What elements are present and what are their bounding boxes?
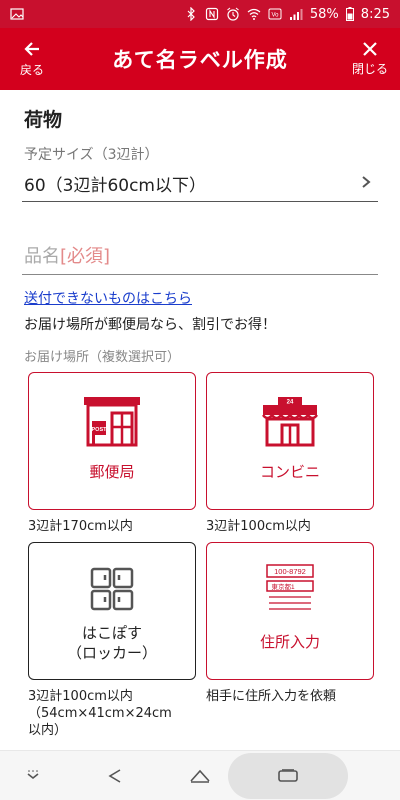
option-label: コンビニ	[259, 463, 320, 481]
nfc-icon	[205, 7, 218, 21]
locker-icon	[90, 567, 134, 611]
option-label: はこぽす （ロッカー）	[29, 623, 195, 663]
cannot-send-link[interactable]: 送付できないものはこちら	[24, 288, 192, 308]
required-marker: [必須]	[60, 246, 111, 267]
option-label-line: はこぽす	[81, 624, 142, 642]
close-icon	[363, 42, 377, 56]
post-office-icon: POST	[84, 397, 140, 447]
image-icon	[10, 8, 24, 20]
address-line-text: 東京都1	[271, 582, 295, 591]
keyboard-hide-button[interactable]	[18, 751, 48, 800]
option-address-input[interactable]: 100-8792 東京都1 住所入力	[206, 542, 374, 680]
option-label-line: （ロッカー）	[66, 644, 157, 662]
close-label: 閉じる	[351, 62, 388, 76]
bluetooth-icon	[187, 7, 195, 21]
svg-text:POST: POST	[92, 427, 108, 433]
option-label: 郵便局	[89, 463, 135, 481]
option-note: 3辺計100cm以内	[206, 519, 311, 534]
svg-text:Vo: Vo	[271, 13, 279, 19]
volte-icon: Vo	[268, 8, 282, 20]
home-icon	[190, 769, 210, 783]
destination-label: お届け場所（複数選択可）	[24, 350, 181, 365]
option-convenience-store[interactable]: 24 コンビニ	[206, 372, 374, 510]
form-content: 荷物 予定サイズ（3辺計） 60（3辺計60cm以下） 品名[必須] 送付できな…	[0, 90, 400, 750]
address-label-icon: 100-8792 東京都1	[266, 564, 314, 610]
option-note: 3辺計170cm以内	[28, 519, 133, 534]
size-select[interactable]: 60（3辺計60cm以下）	[22, 166, 378, 202]
battery-icon	[345, 7, 354, 21]
close-button[interactable]: 閉じる	[340, 28, 400, 90]
back-label: 戻る	[19, 63, 44, 77]
item-name-placeholder: 品名[必須]	[24, 246, 111, 267]
recents-icon	[278, 769, 298, 782]
address-postcode-text: 100-8792	[274, 567, 306, 576]
signal-icon	[289, 9, 303, 20]
back-icon	[108, 769, 121, 783]
section-title: 荷物	[24, 109, 63, 131]
alarm-icon	[227, 7, 239, 21]
status-time: 8:25	[360, 6, 390, 22]
option-label: 住所入力	[259, 633, 320, 651]
keyboard-hide-icon	[27, 770, 39, 780]
option-note-line: 3辺計100cm以内	[28, 689, 133, 704]
status-bar: Vo 58% 8:25	[0, 0, 400, 28]
wifi-icon	[247, 8, 261, 20]
page-title: あて名ラベル作成	[112, 48, 288, 72]
nav-home-button[interactable]	[180, 751, 220, 800]
system-navbar	[0, 750, 400, 800]
option-locker[interactable]: はこぽす （ロッカー）	[28, 542, 196, 680]
battery-percent: 58%	[309, 6, 339, 22]
size-label: 予定サイズ（3辺計）	[24, 147, 159, 163]
item-name-input[interactable]: 品名[必須]	[22, 235, 378, 275]
option-note-line: 以内）	[28, 723, 68, 738]
option-post-office[interactable]: POST 郵便局	[28, 372, 196, 510]
option-note-line: （54cm×41cm×24cm	[28, 706, 172, 721]
option-note: 相手に住所入力を依頼	[206, 689, 337, 704]
option-note: 3辺計100cm以内 （54cm×41cm×24cm 以内）	[28, 688, 172, 739]
arrow-back-icon	[24, 42, 39, 56]
svg-text:24: 24	[287, 400, 294, 406]
back-button[interactable]: 戻る	[2, 28, 62, 90]
size-value: 60（3辺計60cm以下）	[24, 176, 206, 196]
nav-recents-button[interactable]	[268, 751, 308, 800]
convenience-store-icon: 24	[262, 397, 318, 447]
nav-back-button[interactable]	[95, 751, 135, 800]
discount-notice: お届け場所が郵便局なら、割引でお得！	[24, 317, 276, 333]
app-header: 戻る あて名ラベル作成 閉じる	[0, 28, 400, 90]
chevron-right-icon	[362, 176, 371, 188]
